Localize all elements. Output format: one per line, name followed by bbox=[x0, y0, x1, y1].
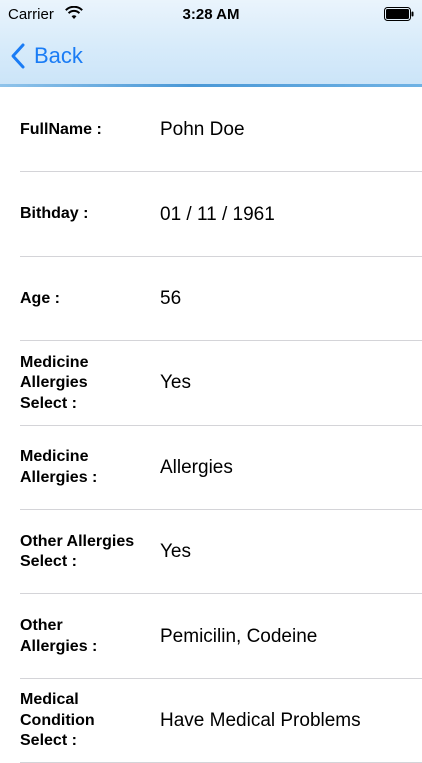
detail-row-fullname: FullName : Pohn Doe bbox=[0, 88, 422, 173]
detail-label: Age : bbox=[20, 289, 60, 307]
back-button-label: Back bbox=[34, 43, 83, 68]
detail-row-age: Age : 56 bbox=[0, 257, 422, 342]
header-divider bbox=[0, 84, 422, 87]
detail-label: FullName : bbox=[20, 120, 102, 138]
detail-label: Other Allergies : bbox=[20, 617, 98, 655]
detail-row-medical-condition-select: Medical Condition Select : Have Medical … bbox=[0, 679, 422, 763]
detail-value: 01 / 11 / 1961 bbox=[160, 203, 275, 225]
back-button[interactable]: Back bbox=[10, 40, 83, 72]
patient-details-list: FullName : Pohn Doe Bithday : 01 / 11 / … bbox=[0, 88, 422, 763]
detail-row-medicine-allergies-select: Medicine Allergies Select : Yes bbox=[0, 341, 422, 426]
detail-value: Allergies bbox=[160, 456, 233, 478]
detail-label: Medicine Allergies Select : bbox=[20, 353, 89, 412]
detail-value: Yes bbox=[160, 541, 191, 563]
detail-label: Bithday : bbox=[20, 205, 89, 223]
detail-row-birthday: Bithday : 01 / 11 / 1961 bbox=[0, 172, 422, 258]
chevron-left-icon bbox=[11, 43, 25, 69]
detail-value: Pohn Doe bbox=[160, 119, 245, 141]
detail-value: 56 bbox=[160, 287, 182, 309]
detail-value: Pemicilin, Codeine bbox=[160, 625, 318, 647]
detail-value: Yes bbox=[160, 372, 191, 394]
detail-row-medicine-allergies: Medicine Allergies : Allergies bbox=[0, 426, 422, 511]
detail-label: Medical Condition Select : bbox=[20, 691, 95, 750]
status-time: 3:28 AM bbox=[182, 6, 240, 23]
detail-row-other-allergies: Other Allergies : Pemicilin, Codeine bbox=[0, 594, 422, 680]
detail-row-other-allergies-select: Other Allergies Select : Yes bbox=[0, 510, 422, 595]
battery-icon bbox=[384, 7, 414, 21]
detail-label: Other Allergies Select : bbox=[20, 532, 135, 571]
detail-value: Have Medical Problems bbox=[160, 709, 361, 731]
detail-label: Medicine Allergies : bbox=[20, 448, 98, 486]
status-bar: Carrier 3:28 AM bbox=[0, 0, 422, 30]
